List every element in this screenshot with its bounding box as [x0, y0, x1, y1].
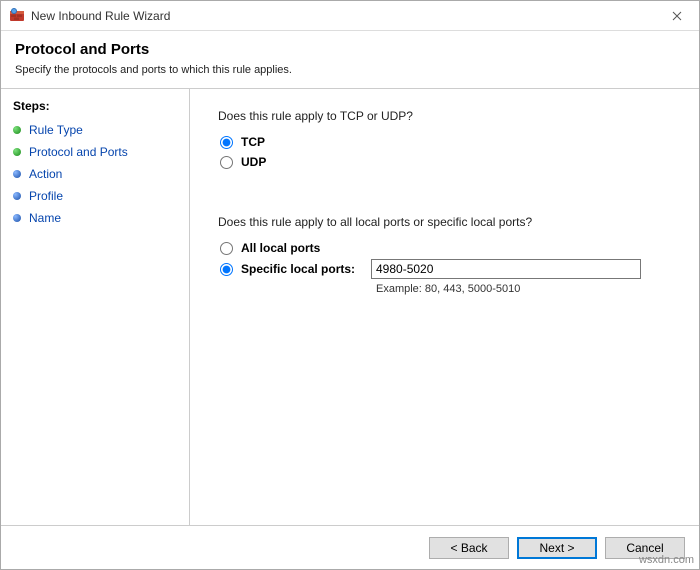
ports-question: Does this rule apply to all local ports … — [218, 215, 671, 229]
step-bullet-icon — [13, 170, 21, 178]
udp-option[interactable]: UDP — [220, 155, 671, 169]
step-link[interactable]: Name — [29, 211, 61, 225]
steps-sidebar: Steps: Rule Type Protocol and Ports Acti… — [1, 89, 189, 525]
specific-ports-radio[interactable] — [220, 263, 233, 276]
close-icon — [672, 8, 682, 24]
header: Protocol and Ports Specify the protocols… — [1, 31, 699, 88]
watermark: wsxdn.com — [639, 554, 694, 566]
wizard-window: New Inbound Rule Wizard Protocol and Por… — [0, 0, 700, 570]
all-ports-label[interactable]: All local ports — [241, 241, 371, 255]
specific-ports-option[interactable]: Specific local ports: — [220, 259, 671, 279]
next-button[interactable]: Next > — [517, 537, 597, 559]
all-ports-radio[interactable] — [220, 242, 233, 255]
step-link[interactable]: Action — [29, 167, 62, 181]
step-action[interactable]: Action — [13, 163, 177, 185]
main-panel: Does this rule apply to TCP or UDP? TCP … — [190, 89, 699, 525]
close-button[interactable] — [654, 1, 699, 30]
titlebar: New Inbound Rule Wizard — [1, 1, 699, 31]
window-title: New Inbound Rule Wizard — [31, 9, 654, 23]
page-subtitle: Specify the protocols and ports to which… — [15, 64, 685, 76]
tcp-label[interactable]: TCP — [241, 135, 265, 149]
step-bullet-icon — [13, 214, 21, 222]
udp-label[interactable]: UDP — [241, 155, 266, 169]
back-button[interactable]: < Back — [429, 537, 509, 559]
step-bullet-icon — [13, 148, 21, 156]
step-link[interactable]: Protocol and Ports — [29, 145, 128, 159]
step-bullet-icon — [13, 192, 21, 200]
all-ports-option[interactable]: All local ports — [220, 241, 671, 255]
ports-input[interactable] — [371, 259, 641, 279]
ports-example: Example: 80, 443, 5000-5010 — [376, 283, 671, 295]
step-bullet-icon — [13, 126, 21, 134]
step-name[interactable]: Name — [13, 207, 177, 229]
step-link[interactable]: Rule Type — [29, 123, 83, 137]
udp-radio[interactable] — [220, 156, 233, 169]
page-title: Protocol and Ports — [15, 41, 685, 58]
tcp-option[interactable]: TCP — [220, 135, 671, 149]
steps-label: Steps: — [13, 99, 177, 113]
step-rule-type[interactable]: Rule Type — [13, 119, 177, 141]
tcp-radio[interactable] — [220, 136, 233, 149]
body: Steps: Rule Type Protocol and Ports Acti… — [1, 89, 699, 525]
protocol-question: Does this rule apply to TCP or UDP? — [218, 109, 671, 123]
specific-ports-label[interactable]: Specific local ports: — [241, 262, 371, 276]
firewall-icon — [9, 8, 25, 24]
step-protocol-and-ports[interactable]: Protocol and Ports — [13, 141, 177, 163]
step-link[interactable]: Profile — [29, 189, 63, 203]
footer: < Back Next > Cancel — [1, 525, 699, 569]
step-profile[interactable]: Profile — [13, 185, 177, 207]
